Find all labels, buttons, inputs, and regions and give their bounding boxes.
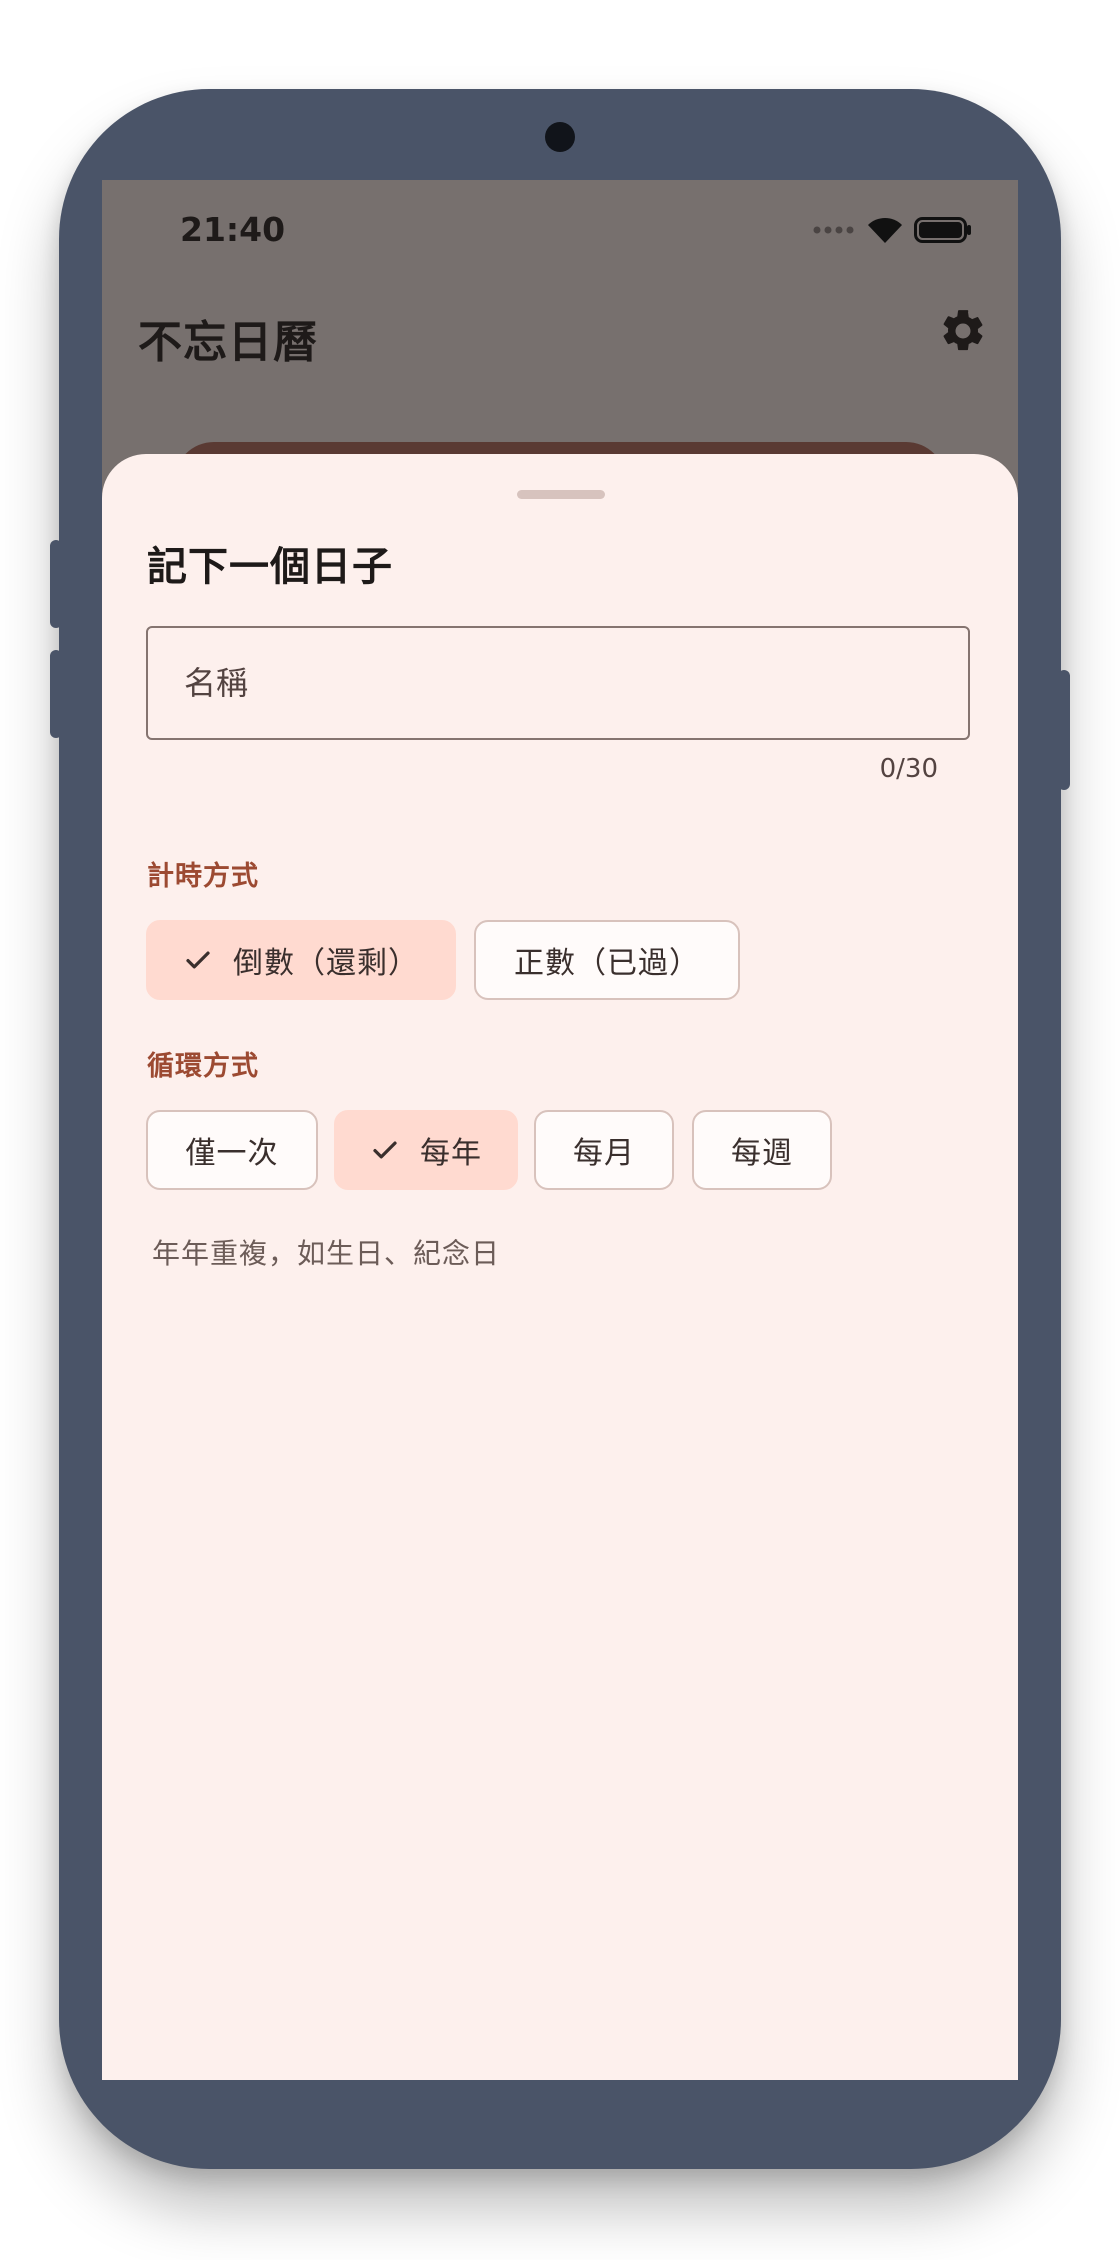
screen: 21:40 不忘日曆 記下一個日子 0/30 計時方式 倒數（還剩） 正數 bbox=[102, 180, 1018, 2080]
app-title: 不忘日曆 bbox=[138, 317, 318, 368]
chip-yearly[interactable]: 每年 bbox=[334, 1110, 518, 1190]
recurrence-label: 循環方式 bbox=[147, 1051, 259, 1082]
volume-down-button bbox=[50, 650, 62, 738]
status-time: 21:40 bbox=[180, 210, 286, 249]
battery-icon bbox=[914, 217, 971, 243]
sheet-title: 記下一個日子 bbox=[147, 544, 393, 590]
status-icons bbox=[812, 210, 972, 250]
chip-weekly[interactable]: 每週 bbox=[692, 1110, 832, 1190]
chip-label: 每週 bbox=[731, 1136, 793, 1171]
name-counter: 0/30 bbox=[879, 754, 938, 784]
chip-label: 僅一次 bbox=[185, 1136, 279, 1171]
front-camera bbox=[545, 122, 575, 152]
chip-monthly[interactable]: 每月 bbox=[534, 1110, 674, 1190]
timing-label: 計時方式 bbox=[147, 861, 259, 892]
chip-label: 每年 bbox=[420, 1136, 482, 1171]
chip-once[interactable]: 僅一次 bbox=[146, 1110, 318, 1190]
drag-handle[interactable] bbox=[517, 490, 605, 499]
chip-countdown[interactable]: 倒數（還剩） bbox=[146, 920, 456, 1000]
recurrence-hint: 年年重複，如生日、紀念日 bbox=[152, 1237, 501, 1270]
wifi-icon bbox=[868, 217, 902, 243]
check-icon bbox=[186, 951, 210, 969]
volume-up-button bbox=[50, 540, 62, 628]
bottom-sheet: 記下一個日子 0/30 計時方式 倒數（還剩） 正數（已過） 循環方式 僅一次 … bbox=[102, 454, 1018, 2080]
chip-label: 每月 bbox=[573, 1136, 635, 1171]
chip-label: 正數（已過） bbox=[514, 946, 700, 981]
power-button bbox=[1058, 670, 1070, 790]
name-input[interactable] bbox=[146, 626, 970, 740]
chip-label: 倒數（還剩） bbox=[233, 946, 419, 981]
check-icon bbox=[373, 1141, 397, 1159]
signal-dots-icon bbox=[813, 226, 854, 234]
chip-countup[interactable]: 正數（已過） bbox=[474, 920, 740, 1000]
gear-icon[interactable] bbox=[938, 306, 988, 356]
